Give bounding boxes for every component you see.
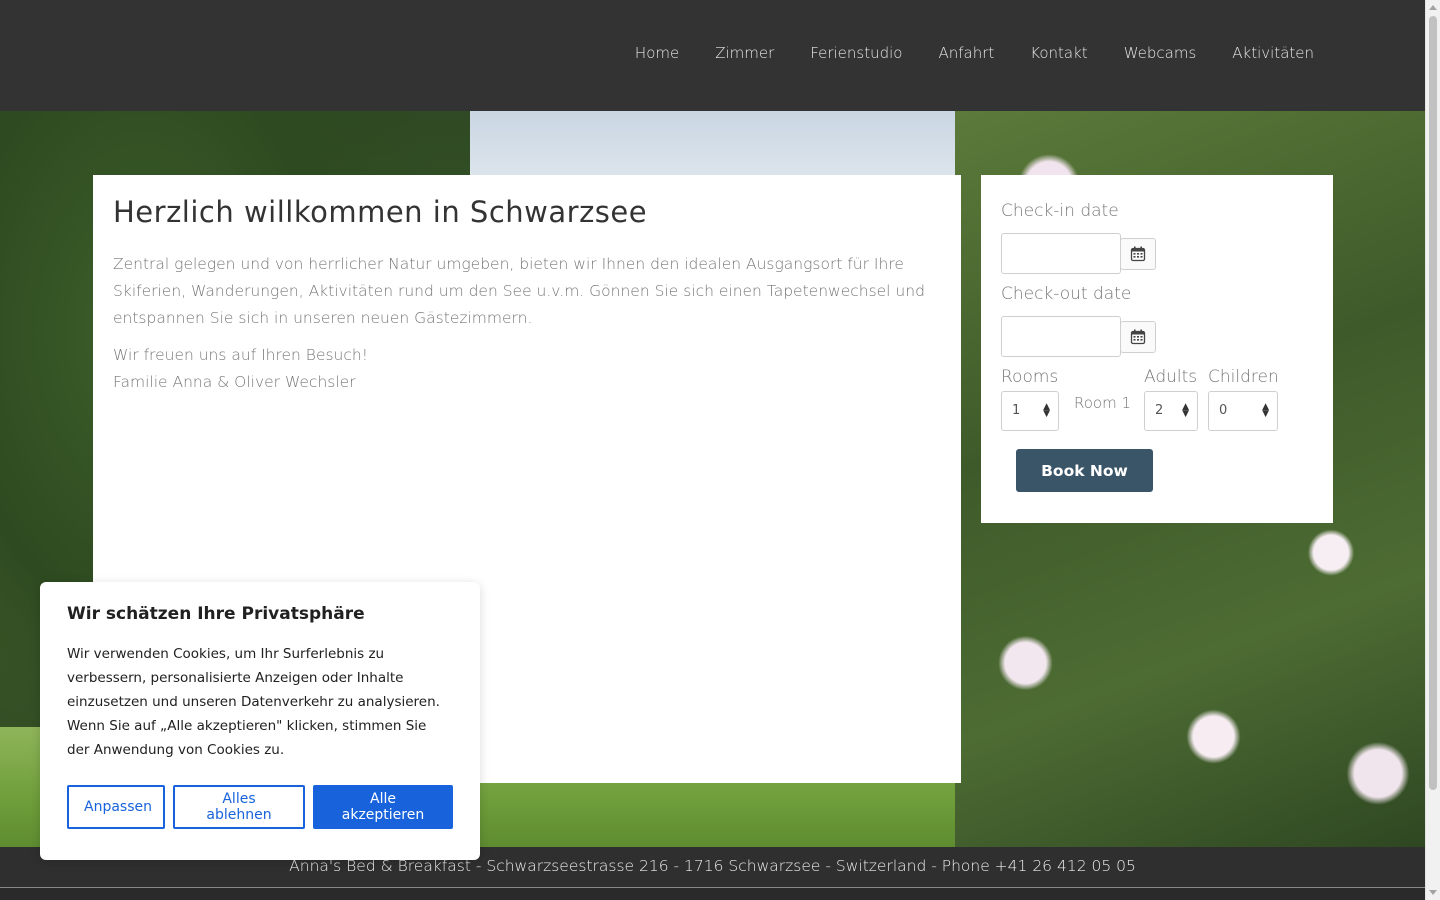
- page-title: Herzlich willkommen in Schwarzsee: [113, 195, 648, 229]
- cookie-title: Wir schätzen Ihre Privatsphäre: [67, 604, 365, 624]
- main-nav: Home Zimmer Ferienstudio Anfahrt Kontakt…: [599, 44, 1314, 62]
- checkin-label: Check-in date: [1001, 201, 1119, 221]
- checkout-row: [1001, 316, 1313, 357]
- checkout-calendar-button[interactable]: [1120, 320, 1156, 353]
- site-header: Home Zimmer Ferienstudio Anfahrt Kontakt…: [0, 0, 1425, 111]
- scroll-down-icon[interactable]: [1429, 890, 1437, 895]
- checkout-input[interactable]: [1001, 316, 1121, 357]
- nav-webcams[interactable]: Webcams: [1124, 44, 1197, 62]
- adults-label: Adults: [1144, 367, 1198, 387]
- cookie-banner: Wir schätzen Ihre Privatsphäre Wir verwe…: [40, 582, 480, 860]
- intro-text: Zentral gelegen und von herrlicher Natur…: [113, 255, 925, 327]
- checkin-calendar-button[interactable]: [1120, 237, 1156, 270]
- nav-anfahrt[interactable]: Anfahrt: [938, 44, 994, 62]
- adults-select[interactable]: 2 ▲ ▼: [1144, 391, 1198, 431]
- rooms-select-value: 1: [1012, 403, 1021, 418]
- cookie-customize-button[interactable]: Anpassen: [67, 785, 165, 829]
- nav-kontakt[interactable]: Kontakt: [1030, 44, 1087, 62]
- scrollbar-thumb[interactable]: [1429, 16, 1437, 790]
- updown-icon: ▲ ▼: [1182, 402, 1189, 419]
- nav-zimmer[interactable]: Zimmer: [715, 44, 774, 62]
- rooms-label: Rooms: [1001, 367, 1059, 387]
- updown-icon: ▲ ▼: [1262, 402, 1269, 419]
- children-select-value: 0: [1219, 403, 1228, 418]
- cookie-reject-button[interactable]: Alles ablehnen: [173, 785, 305, 829]
- booking-widget: Check-in date Check-out date Rooms Adult…: [981, 175, 1333, 523]
- nav-ferienstudio[interactable]: Ferienstudio: [810, 44, 902, 62]
- calendar-icon: [1130, 246, 1146, 261]
- children-label: Children: [1208, 367, 1279, 387]
- calendar-icon: [1130, 329, 1146, 344]
- nav-home[interactable]: Home: [635, 44, 679, 62]
- page-scrollbar[interactable]: [1425, 0, 1440, 900]
- room-name: Room 1: [1074, 394, 1132, 412]
- scroll-up-icon[interactable]: [1429, 5, 1437, 10]
- checkin-input[interactable]: [1001, 233, 1121, 274]
- checkin-row: [1001, 233, 1313, 274]
- children-select[interactable]: 0 ▲ ▼: [1208, 391, 1278, 431]
- signature-text: Familie Anna & Oliver Wechsler: [113, 373, 356, 391]
- cookie-text: Wir verwenden Cookies, um Ihr Surferlebn…: [67, 646, 440, 758]
- rooms-select[interactable]: 1 ▲ ▼: [1001, 391, 1059, 431]
- greeting-text: Wir freuen uns auf Ihren Besuch!: [113, 346, 368, 364]
- book-now-button[interactable]: Book Now: [1016, 449, 1153, 492]
- checkout-label: Check-out date: [1001, 284, 1132, 304]
- footer-bottom-bar: [0, 888, 1425, 900]
- cookie-actions: Anpassen Alles ablehnen Alle akzeptieren: [67, 785, 453, 829]
- nav-aktivitaeten[interactable]: Aktivitäten: [1232, 44, 1314, 62]
- updown-icon: ▲ ▼: [1043, 402, 1050, 419]
- adults-select-value: 2: [1155, 403, 1164, 418]
- cookie-accept-button[interactable]: Alle akzeptieren: [313, 785, 453, 829]
